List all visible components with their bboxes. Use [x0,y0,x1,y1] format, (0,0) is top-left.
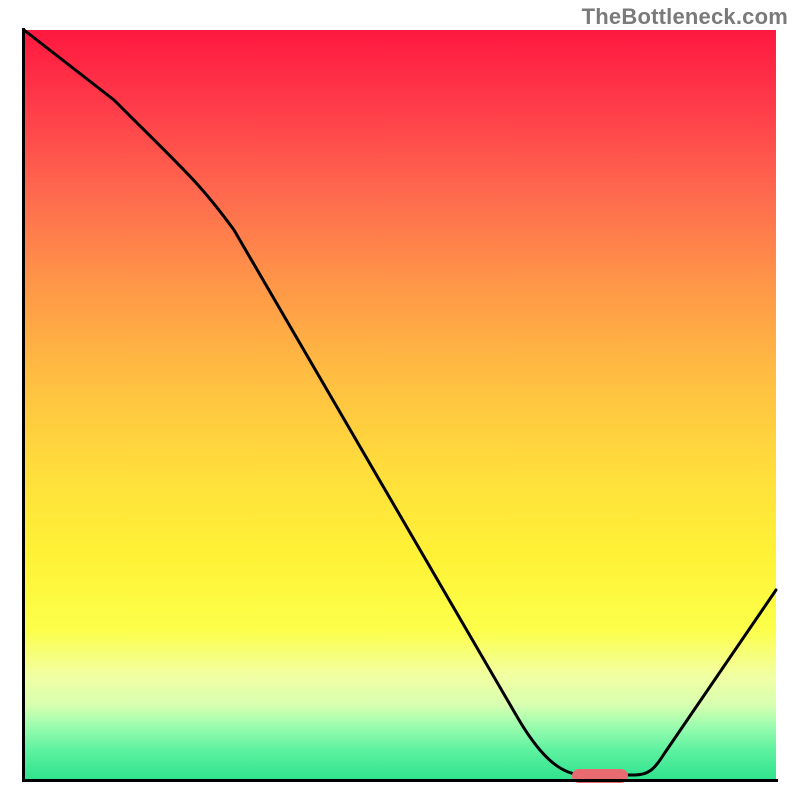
chart-root: TheBottleneck.com [0,0,800,800]
x-axis [22,779,778,782]
watermark-text: TheBottleneck.com [582,4,788,30]
y-axis [22,28,25,782]
curve-path [24,30,776,775]
plot-area [24,30,776,780]
curve-layer [24,30,776,780]
